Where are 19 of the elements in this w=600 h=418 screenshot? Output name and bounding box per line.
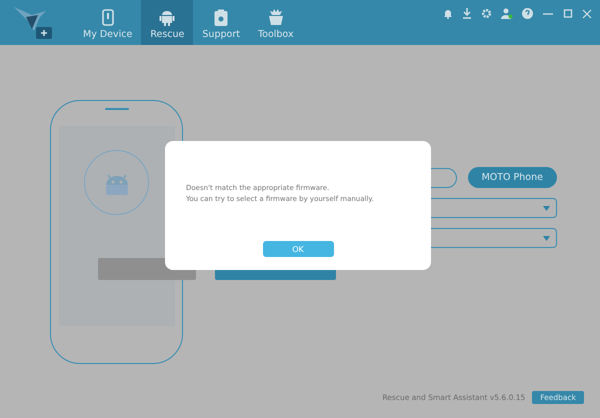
android-icon <box>159 9 176 26</box>
user-icon[interactable] <box>501 8 513 19</box>
nav-tab[interactable]: Support <box>193 0 249 45</box>
phone-icon <box>102 9 114 26</box>
settings-icon[interactable] <box>481 8 492 19</box>
nav-tab[interactable]: Toolbox <box>248 0 303 45</box>
maximize-icon[interactable] <box>563 8 573 19</box>
nav-tab[interactable]: My Device <box>74 0 142 45</box>
clipboard-icon <box>214 9 228 26</box>
dropdown-arrow-icon <box>543 236 550 240</box>
download-icon[interactable] <box>462 8 472 19</box>
device-type-button[interactable]: MOTO Phone <box>468 167 557 188</box>
dropdown-arrow-icon <box>543 206 550 210</box>
close-icon[interactable] <box>582 8 592 19</box>
bell-icon[interactable] <box>443 8 453 19</box>
toolbox-icon <box>266 9 285 26</box>
nav-tab[interactable]: Rescue <box>141 0 194 45</box>
help-icon[interactable] <box>522 8 533 19</box>
ok-button[interactable]: OK <box>262 241 334 257</box>
